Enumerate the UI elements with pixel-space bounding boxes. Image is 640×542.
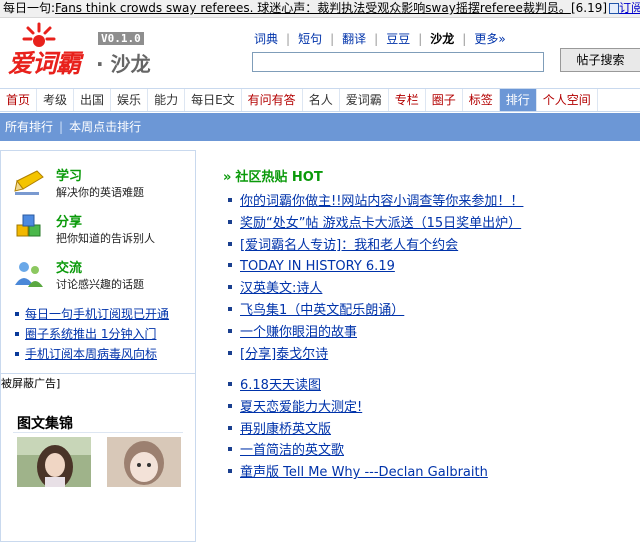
nav-item-tags[interactable]: 标签 — [463, 89, 500, 111]
hot-post-link[interactable]: TODAY IN HISTORY 6.19 — [240, 259, 395, 274]
hot-post-link[interactable]: 童声版 Tell Me Why ---Declan Galbraith — [240, 465, 488, 480]
heading-arrow-icon: » — [223, 170, 232, 185]
list-item: 飞鸟集1（中英文配乐朗诵） — [228, 301, 523, 323]
hot-post-link[interactable]: [分享]泰戈尔诗 — [240, 347, 328, 362]
nav-item-rankings[interactable]: 排行 — [499, 89, 537, 111]
nav-item-home[interactable]: 首页 — [0, 89, 38, 111]
feature-share-title: 分享 — [56, 215, 83, 230]
top-link-translate[interactable]: 翻译 — [342, 32, 366, 46]
top-link-more[interactable]: 更多» — [474, 32, 505, 46]
list-item: 童声版 Tell Me Why ---Declan Galbraith — [228, 463, 488, 485]
ticker-date: [6.19] — [570, 1, 608, 15]
left-sidebar: 学习 解决你的英语难题 分享 把你知道的告诉别人 交流 讨论感兴趣的话题 每日一… — [0, 150, 196, 542]
list-item: 奖励“处女”帖 游戏点卡大派送（15日奖单出炉） — [228, 214, 523, 236]
feature-learn[interactable]: 学习 解决你的英语难题 — [13, 165, 193, 205]
hot-post-link[interactable]: 一首简洁的英文歌 — [240, 443, 344, 458]
top-link-dictionary[interactable]: 词典 — [254, 32, 278, 46]
nav-item-celebrities[interactable]: 名人 — [303, 89, 340, 111]
nav-item-iciba[interactable]: 爱词霸 — [340, 89, 389, 111]
hot-post-link[interactable]: 汉英美文:诗人 — [240, 281, 322, 296]
list-item: 再别康桥英文版 — [228, 420, 488, 442]
feature-learn-title: 学习 — [56, 169, 83, 184]
feature-communicate[interactable]: 交流 讨论感兴趣的话题 — [13, 257, 193, 297]
ticker-subscribe-link[interactable]: 订阅 — [619, 1, 640, 15]
hot-post-link[interactable]: 6.18天天读图 — [240, 378, 321, 393]
hot-post-link[interactable]: 再别康桥英文版 — [240, 422, 331, 437]
promo-link-viral-trend[interactable]: 手机订阅本周病毒风向标 — [25, 347, 157, 361]
feature-share[interactable]: 分享 把你知道的告诉别人 — [13, 211, 193, 251]
promo-item: 圈子系统推出 1分钟入门 — [15, 325, 169, 345]
logo-subtitle: · 沙龙 — [96, 48, 151, 77]
hot-posts-list: 你的词霸你做主!!网站内容小调查等你来参加！！ 奖励“处女”帖 游戏点卡大派送（… — [228, 192, 523, 366]
hot-posts-title[interactable]: 社区热贴 HOT — [235, 170, 322, 185]
nav-item-entertainment[interactable]: 娱乐 — [111, 89, 149, 111]
hot-post-link[interactable]: 飞鸟集1（中英文配乐朗诵） — [240, 303, 404, 318]
hot-post-link[interactable]: 你的词霸你做主!!网站内容小调查等你来参加！！ — [240, 194, 523, 209]
subnav-weekly-clicks[interactable]: 本周点击排行 — [69, 120, 141, 134]
feature-communicate-desc: 讨论感兴趣的话题 — [56, 278, 144, 291]
subscribe-icon[interactable] — [609, 3, 620, 14]
promo-list: 每日一句手机订阅现已开通 圈子系统推出 1分钟入门 手机订阅本周病毒风向标 — [15, 305, 169, 365]
post-search-button[interactable]: 帖子搜索 — [560, 48, 640, 72]
promo-link-sms-subscription[interactable]: 每日一句手机订阅现已开通 — [25, 307, 169, 321]
top-link-doudou[interactable]: 豆豆 — [386, 32, 410, 46]
promo-item: 每日一句手机订阅现已开通 — [15, 305, 169, 325]
logo-text: 爱词霸 — [8, 49, 81, 78]
logo-dot: · — [96, 52, 104, 76]
top-link-phrases[interactable]: 短句 — [298, 32, 322, 46]
list-item: 你的词霸你做主!!网站内容小调查等你来参加！！ — [228, 192, 523, 214]
nav-item-exams[interactable]: 考级 — [37, 89, 75, 111]
ticker-sentence-link[interactable]: Fans think crowds sway referees. 球迷心声：裁判… — [55, 1, 571, 15]
list-item: 汉英美文:诗人 — [228, 279, 523, 301]
logo-salon-text: 沙龙 — [110, 52, 151, 76]
promo-item: 手机订阅本周病毒风向标 — [15, 345, 169, 365]
list-item: 夏天恋爱能力大测定! — [228, 398, 488, 420]
ticker-label: 每日一句: — [3, 1, 56, 15]
subnav-separator: | — [59, 120, 64, 134]
daily-sentence-ticker: 每日一句:Fans think crowds sway referees. 球迷… — [0, 0, 640, 18]
list-item: TODAY IN HISTORY 6.19 — [228, 257, 523, 279]
top-link-salon[interactable]: 沙龙 — [430, 32, 454, 46]
hot-post-link[interactable]: 奖励“处女”帖 游戏点卡大派送（15日奖单出炉） — [240, 216, 521, 231]
list-item: 一个赚你眼泪的故事 — [228, 323, 523, 345]
sub-nav: 所有排行 | 本周点击排行 — [0, 113, 640, 141]
nav-item-daily-english[interactable]: 每日E文 — [185, 89, 242, 111]
hot-posts-heading: » 社区热贴 HOT — [223, 166, 323, 185]
list-item: 一首简洁的英文歌 — [228, 441, 488, 463]
blocked-ad-placeholder: 被屏蔽广告] — [1, 373, 195, 395]
version-badge: V0.1.0 — [98, 32, 144, 45]
cubes-icon — [16, 214, 41, 237]
nav-item-columns[interactable]: 专栏 — [389, 89, 426, 111]
subnav-all-rankings[interactable]: 所有排行 — [5, 120, 53, 134]
list-item: [爱词霸名人专访]：我和老人有个约会 — [228, 236, 523, 258]
promo-link-circles-intro[interactable]: 圈子系统推出 1分钟入门 — [25, 327, 156, 341]
nav-item-qa[interactable]: 有问有答 — [242, 89, 303, 111]
hot-post-link[interactable]: 夏天恋爱能力大测定! — [240, 400, 362, 415]
site-logo[interactable]: 爱词霸 V0.1.0 · 沙龙 — [0, 18, 250, 88]
nav-item-ability[interactable]: 能力 — [148, 89, 186, 111]
main-nav: 首页 考级 出国 娱乐 能力 每日E文 有问有答 名人 爱词霸 专栏 圈子 标签… — [0, 88, 640, 112]
gallery-divider — [13, 432, 183, 433]
gallery-title: 图文集锦 — [17, 416, 73, 432]
nav-item-personal-space[interactable]: 个人空间 — [537, 89, 598, 111]
pencil-icon — [14, 170, 44, 195]
hot-posts-list-2: 6.18天天读图 夏天恋爱能力大测定! 再别康桥英文版 一首简洁的英文歌 童声版… — [228, 376, 488, 485]
feature-learn-desc: 解决你的英语难题 — [56, 186, 144, 199]
nav-item-circles[interactable]: 圈子 — [426, 89, 463, 111]
hot-post-link[interactable]: [爱词霸名人专访]：我和老人有个约会 — [240, 238, 458, 253]
list-item: 6.18天天读图 — [228, 376, 488, 398]
feature-communicate-title: 交流 — [56, 261, 83, 276]
list-item: [分享]泰戈尔诗 — [228, 345, 523, 367]
top-product-links: 词典 | 短句 | 翻译 | 豆豆 | 沙龙 | 更多» — [254, 32, 506, 46]
feature-share-desc: 把你知道的告诉别人 — [56, 232, 155, 245]
nav-item-abroad[interactable]: 出国 — [74, 89, 112, 111]
search-input[interactable] — [252, 52, 544, 72]
hot-post-link[interactable]: 一个赚你眼泪的故事 — [240, 325, 357, 340]
people-icon — [15, 262, 43, 287]
